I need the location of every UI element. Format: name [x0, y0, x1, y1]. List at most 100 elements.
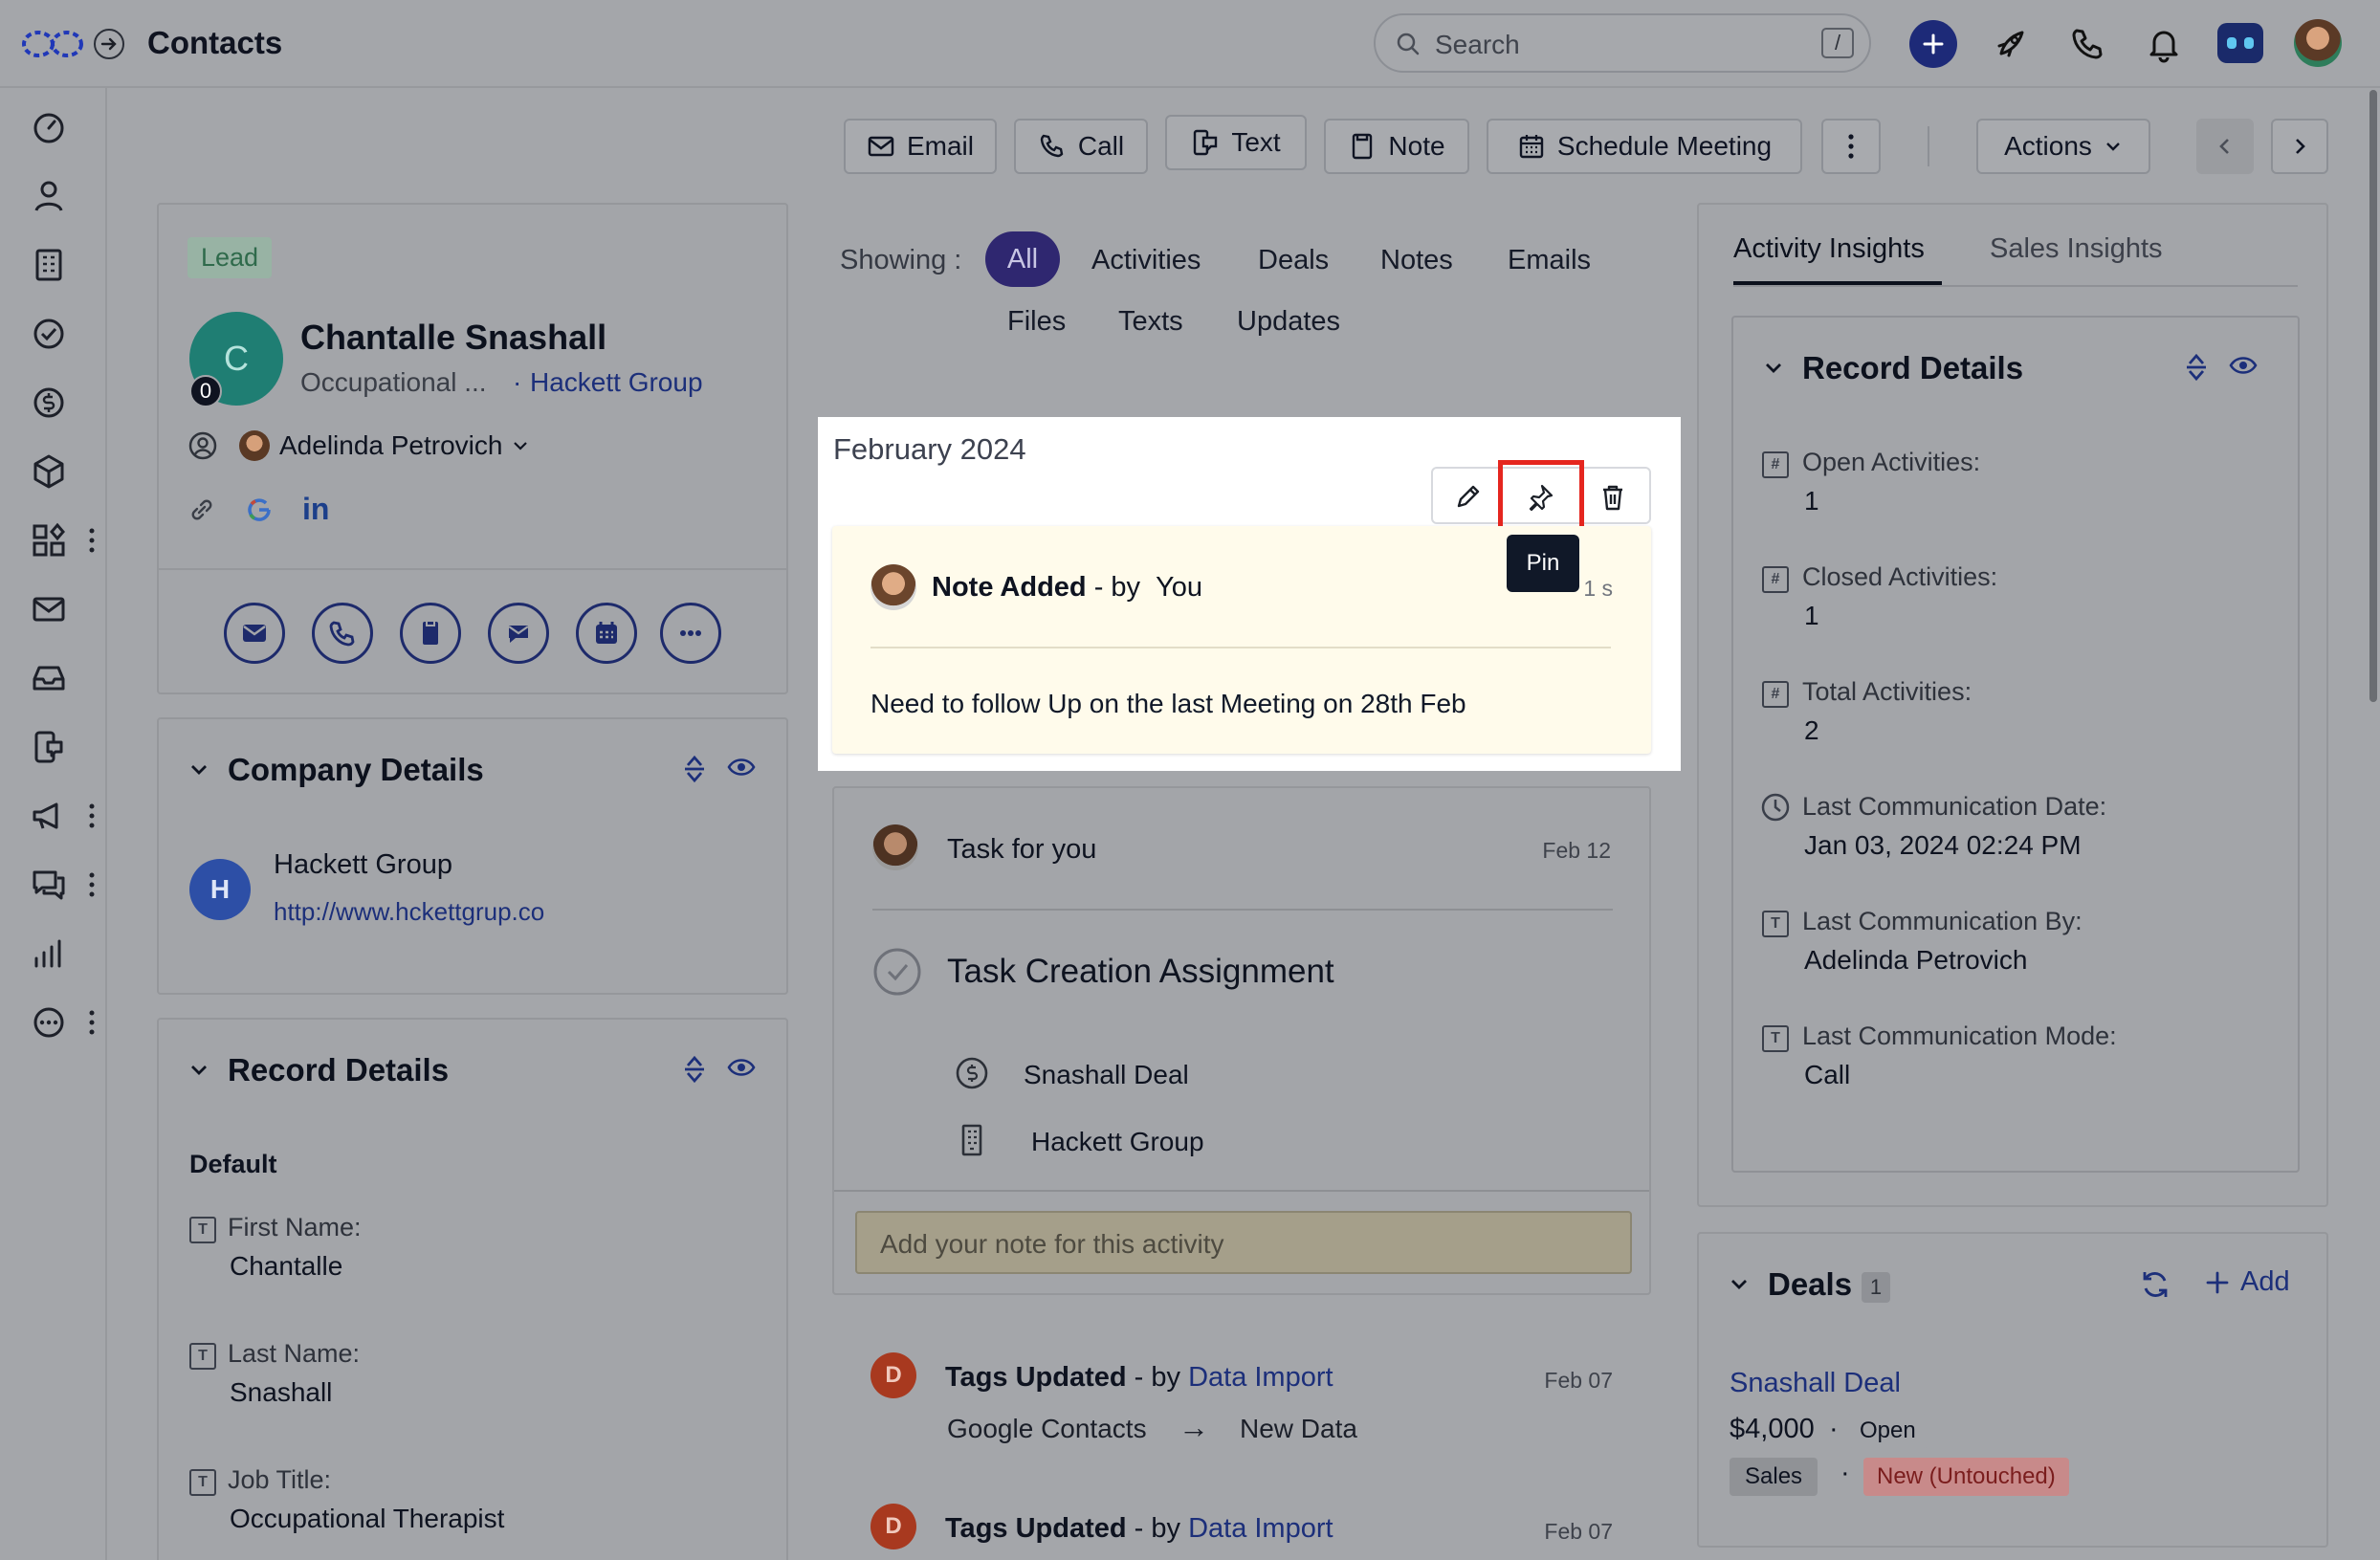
- tag-update-item: D Tags Updated - by Data Import Feb 07: [832, 1490, 1651, 1557]
- search-input[interactable]: Search: [1435, 30, 1520, 60]
- call-button[interactable]: Call: [1014, 119, 1148, 174]
- chevron-down-icon[interactable]: [1762, 356, 1785, 379]
- company-name[interactable]: Hackett Group: [274, 849, 452, 881]
- eye-icon[interactable]: [727, 1056, 756, 1079]
- sort-icon[interactable]: [2183, 352, 2210, 383]
- filter-emails[interactable]: Emails: [1508, 245, 1591, 276]
- contact-email-button[interactable]: [224, 603, 285, 664]
- app-logo-icon[interactable]: [21, 29, 84, 59]
- more-vertical-icon[interactable]: [84, 866, 99, 904]
- bell-icon[interactable]: [2145, 25, 2183, 63]
- company-details-heading[interactable]: Company Details: [228, 752, 484, 788]
- task-company-link[interactable]: Hackett Group: [1031, 1127, 1204, 1157]
- deals-icon[interactable]: [29, 383, 69, 423]
- filter-all[interactable]: All: [985, 231, 1060, 287]
- phone-icon: [1040, 134, 1064, 158]
- contact-note-button[interactable]: [400, 603, 461, 664]
- mail-icon[interactable]: [29, 589, 69, 629]
- expand-sidebar-icon[interactable]: [94, 29, 124, 59]
- task-deal-link[interactable]: Snashall Deal: [1024, 1060, 1189, 1090]
- card-divider: [159, 568, 786, 570]
- update-arrow: →: [1179, 1410, 1209, 1444]
- filter-activities[interactable]: Activities: [1091, 245, 1201, 276]
- sort-icon[interactable]: [681, 754, 708, 784]
- owner-dropdown[interactable]: Adelinda Petrovich: [279, 430, 529, 461]
- linkedin-icon[interactable]: in: [302, 492, 329, 527]
- previous-record-button[interactable]: [2196, 119, 2254, 174]
- tab-sales-insights[interactable]: Sales Insights: [1990, 233, 2163, 265]
- email-button[interactable]: Email: [844, 119, 997, 174]
- filter-files[interactable]: Files: [1007, 306, 1066, 338]
- products-icon[interactable]: [29, 451, 69, 492]
- chevron-down-icon[interactable]: [187, 1058, 210, 1081]
- trash-icon[interactable]: [1598, 482, 1628, 513]
- filter-deals[interactable]: Deals: [1258, 245, 1329, 276]
- reports-icon[interactable]: [29, 934, 69, 974]
- text-button[interactable]: Text: [1165, 115, 1307, 170]
- plus-icon: [2206, 1271, 2229, 1293]
- record-details-heading[interactable]: Record Details: [228, 1052, 449, 1088]
- search-icon: [1395, 31, 1421, 57]
- task-complete-checkbox[interactable]: [872, 947, 922, 997]
- tab-activity-insights[interactable]: Activity Insights: [1733, 233, 1925, 265]
- more-actions-button[interactable]: [1821, 119, 1881, 174]
- page-scrollbar-thumb[interactable]: [2369, 90, 2377, 702]
- refresh-icon[interactable]: [2139, 1268, 2171, 1301]
- inbox-icon[interactable]: [29, 658, 69, 698]
- chevron-down-icon[interactable]: [187, 758, 210, 780]
- more-horizontal-icon[interactable]: [29, 1002, 69, 1043]
- update-source-link[interactable]: Data Import: [1188, 1513, 1333, 1544]
- task-author-avatar: [872, 824, 918, 870]
- dashboard-icon[interactable]: [29, 107, 69, 147]
- filter-notes[interactable]: Notes: [1380, 245, 1453, 276]
- ai-assistant-icon[interactable]: [2217, 23, 2263, 63]
- contact-meeting-button[interactable]: [576, 603, 637, 664]
- owner-avatar: [239, 430, 270, 461]
- contact-company-link[interactable]: Hackett Group: [530, 367, 703, 398]
- contact-sms-button[interactable]: [488, 603, 549, 664]
- contacts-icon[interactable]: [29, 176, 69, 216]
- tasks-icon[interactable]: [29, 314, 69, 354]
- eye-icon[interactable]: [727, 756, 756, 779]
- deals-heading[interactable]: Deals: [1768, 1266, 1852, 1303]
- filter-updates[interactable]: Updates: [1237, 306, 1340, 338]
- more-vertical-icon[interactable]: [84, 797, 99, 835]
- update-source-link[interactable]: Data Import: [1188, 1362, 1333, 1393]
- timeline-month: February 2024: [833, 432, 1026, 466]
- activity-note-input[interactable]: Add your note for this activity: [855, 1211, 1632, 1274]
- schedule-meeting-button[interactable]: Schedule Meeting: [1487, 119, 1802, 174]
- search-box[interactable]: Search /: [1374, 13, 1871, 73]
- next-record-button[interactable]: [2271, 119, 2328, 174]
- campaigns-icon[interactable]: [29, 796, 69, 836]
- note-button[interactable]: Note: [1324, 119, 1469, 174]
- text-field-icon: T: [1762, 1025, 1789, 1052]
- eye-icon[interactable]: [2229, 354, 2258, 377]
- last-name-label: Last Name:: [228, 1339, 361, 1368]
- insights-record-heading[interactable]: Record Details: [1802, 350, 2023, 386]
- google-icon[interactable]: [245, 495, 274, 524]
- add-deal-button[interactable]: Add: [2204, 1266, 2290, 1298]
- sort-icon[interactable]: [681, 1054, 708, 1085]
- chevron-down-icon[interactable]: [1728, 1272, 1751, 1295]
- sms-icon[interactable]: [29, 727, 69, 767]
- contact-more-button[interactable]: [660, 603, 721, 664]
- closed-activities-label: Closed Activities:: [1802, 562, 1998, 591]
- edit-icon[interactable]: [1452, 482, 1483, 513]
- link-icon[interactable]: [187, 495, 216, 524]
- apps-icon[interactable]: [29, 520, 69, 560]
- filter-texts[interactable]: Texts: [1118, 306, 1183, 338]
- phone-icon[interactable]: [2068, 25, 2106, 63]
- user-avatar[interactable]: [2294, 19, 2342, 67]
- conversations-icon[interactable]: [29, 865, 69, 905]
- companies-icon[interactable]: [29, 245, 69, 285]
- quick-add-button[interactable]: [1909, 20, 1957, 68]
- page-scrollbar-track[interactable]: [2367, 88, 2380, 1560]
- actions-dropdown[interactable]: Actions: [1976, 119, 2150, 174]
- company-website-link[interactable]: http://www.hckettgrup.co: [274, 897, 544, 927]
- contact-call-button[interactable]: [312, 603, 373, 664]
- more-vertical-icon[interactable]: [84, 521, 99, 560]
- task-title[interactable]: Task Creation Assignment: [947, 953, 1334, 991]
- more-vertical-icon[interactable]: [84, 1003, 99, 1042]
- rocket-icon[interactable]: [1992, 25, 2030, 63]
- deal-name-link[interactable]: Snashall Deal: [1730, 1368, 1901, 1399]
